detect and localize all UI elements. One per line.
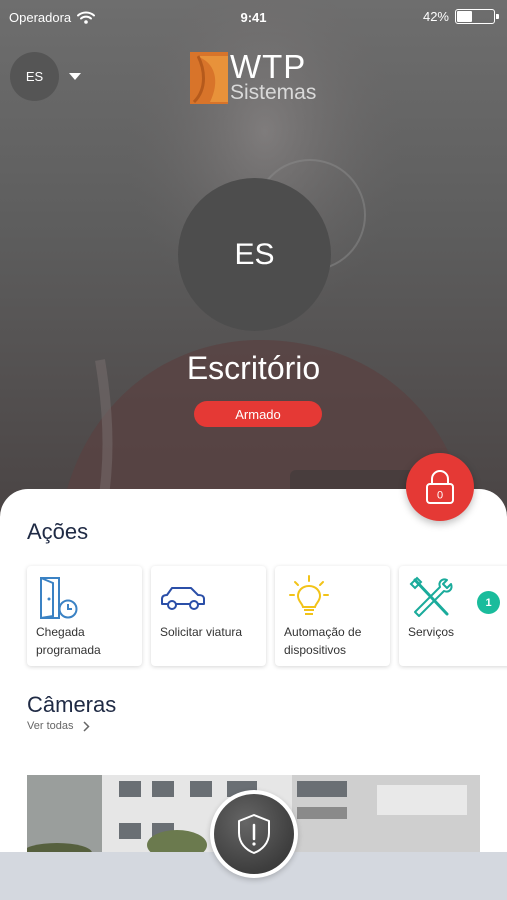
action-label: Automação de dispositivos <box>284 625 362 657</box>
actions-carousel[interactable]: Chegada programada Solicitar viatura Aut… <box>0 566 507 668</box>
lock-count: 0 <box>437 490 443 502</box>
battery-cap <box>496 14 499 19</box>
shield-alert-icon <box>238 814 270 854</box>
brand-logo: WTP Sistemas <box>190 48 325 104</box>
action-label: Chegada programada <box>36 625 101 657</box>
door-clock-icon <box>40 577 78 619</box>
chevron-right-icon <box>83 720 91 732</box>
action-card-solicitar-viatura[interactable]: Solicitar viatura <box>151 566 266 666</box>
account-switcher[interactable]: ES <box>10 52 81 101</box>
action-card-automacao[interactable]: Automação de dispositivos <box>275 566 390 666</box>
site-name: Escritório <box>186 350 321 386</box>
action-card-servicos[interactable]: Serviços <box>399 566 507 666</box>
tools-icon <box>409 576 453 617</box>
action-label: Serviços <box>408 625 455 639</box>
battery-icon <box>455 9 499 24</box>
cameras-title: Câmeras <box>27 692 117 717</box>
chevron-down-icon[interactable] <box>69 73 81 80</box>
battery-fill <box>457 11 472 22</box>
see-all-cameras-link[interactable]: Ver todas <box>27 720 91 732</box>
services-count-badge: 1 <box>477 591 500 614</box>
battery-percent: 42% <box>422 9 449 24</box>
wtp-leaf-icon <box>190 52 228 104</box>
site-avatar: ES <box>178 178 331 331</box>
panic-button-core[interactable] <box>214 794 294 874</box>
car-icon <box>161 587 205 610</box>
status-bar: Operadora 9:41 42% <box>0 0 507 34</box>
account-avatar[interactable]: ES <box>10 52 59 101</box>
actions-title: Ações <box>27 519 89 544</box>
action-card-chegada-programada[interactable]: Chegada programada <box>27 566 142 666</box>
alarm-status-badge: Armado <box>194 401 322 427</box>
see-all-label: Ver todas <box>27 720 74 732</box>
padlock-icon: 0 <box>426 470 454 504</box>
hero-header: Operadora 9:41 42% ES WTP Sistemas ES Es… <box>0 0 507 520</box>
lightbulb-icon <box>289 575 329 615</box>
logo-subtitle: Sistemas <box>230 81 317 104</box>
battery-indicator: 42% <box>422 9 499 24</box>
action-label: Solicitar viatura <box>160 625 243 639</box>
panic-button[interactable] <box>210 790 298 878</box>
lock-button[interactable]: 0 <box>406 453 474 521</box>
